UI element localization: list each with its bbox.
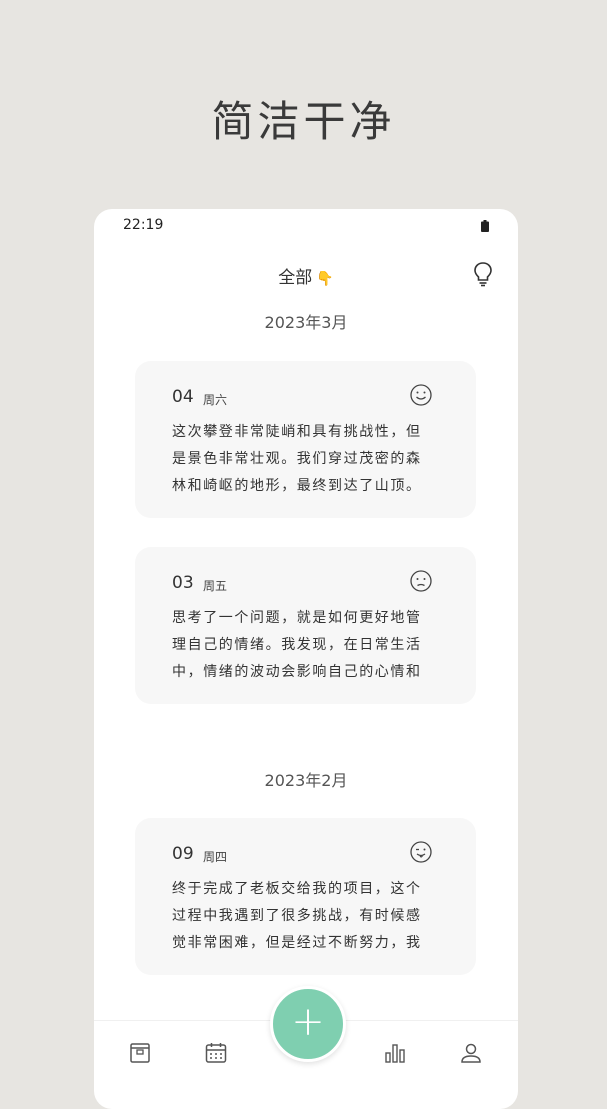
entry-text: 这次攀登非常陡峭和具有挑战性，但是景色非常壮观。我们穿过茂密的森林和崎岖的地形，… [172,424,422,494]
plus-icon: + [291,999,325,1045]
calendar-icon[interactable] [204,1041,228,1065]
hero-title: 简洁干净 [211,97,396,146]
pointing-down-icon: 👇 [316,271,334,287]
lightbulb-icon[interactable] [472,261,494,287]
smile-icon [410,384,432,406]
neutral-face-icon [410,570,432,592]
month-label: 2023年3月 [264,313,348,332]
entry-card[interactable]: 04 周六 这次攀登非常陡峭和具有挑战性，但是景色非常壮观。我们穿过茂密的森林和… [135,361,476,518]
entry-text: 终于完成了老板交给我的项目，这个过程中我遇到了很多挑战，有时候感觉非常困难，但是… [172,881,422,951]
entry-day: 09 [172,844,194,864]
entry-day: 04 [172,387,194,407]
entry-card[interactable]: 09 周四 终于完成了老板交给我的项目，这个过程中我遇到了很多挑战，有时候感觉非… [135,818,476,975]
entry-text: 思考了一个问题，就是如何更好地管理自己的情绪。我发现，在日常生活中，情绪的波动会… [172,610,422,680]
entry-weekday: 周四 [203,850,228,864]
battery-icon [481,220,489,232]
status-bar: 22:19 [94,209,518,241]
profile-icon[interactable] [459,1041,483,1065]
add-entry-button[interactable]: + [270,986,346,1062]
header-title: 全部 [278,268,313,288]
month-label: 2023年2月 [264,771,348,790]
entry-weekday: 周六 [203,393,228,407]
archive-icon[interactable] [128,1041,152,1065]
phone-screen: 22:19 全部 👇 2023年3月 04 周六 这次攀登非常陡峭和具有挑战性，但… [94,209,518,1109]
header: 全部 👇 [94,261,518,291]
entry-day: 03 [172,573,194,593]
tongue-face-icon [410,841,432,863]
stats-icon[interactable] [383,1041,407,1065]
entry-card[interactable]: 03 周五 思考了一个问题，就是如何更好地管理自己的情绪。我发现，在日常生活中，… [135,547,476,704]
entry-weekday: 周五 [203,579,228,593]
filter-dropdown[interactable]: 全部 👇 [94,263,518,288]
status-time: 22:19 [123,217,164,233]
